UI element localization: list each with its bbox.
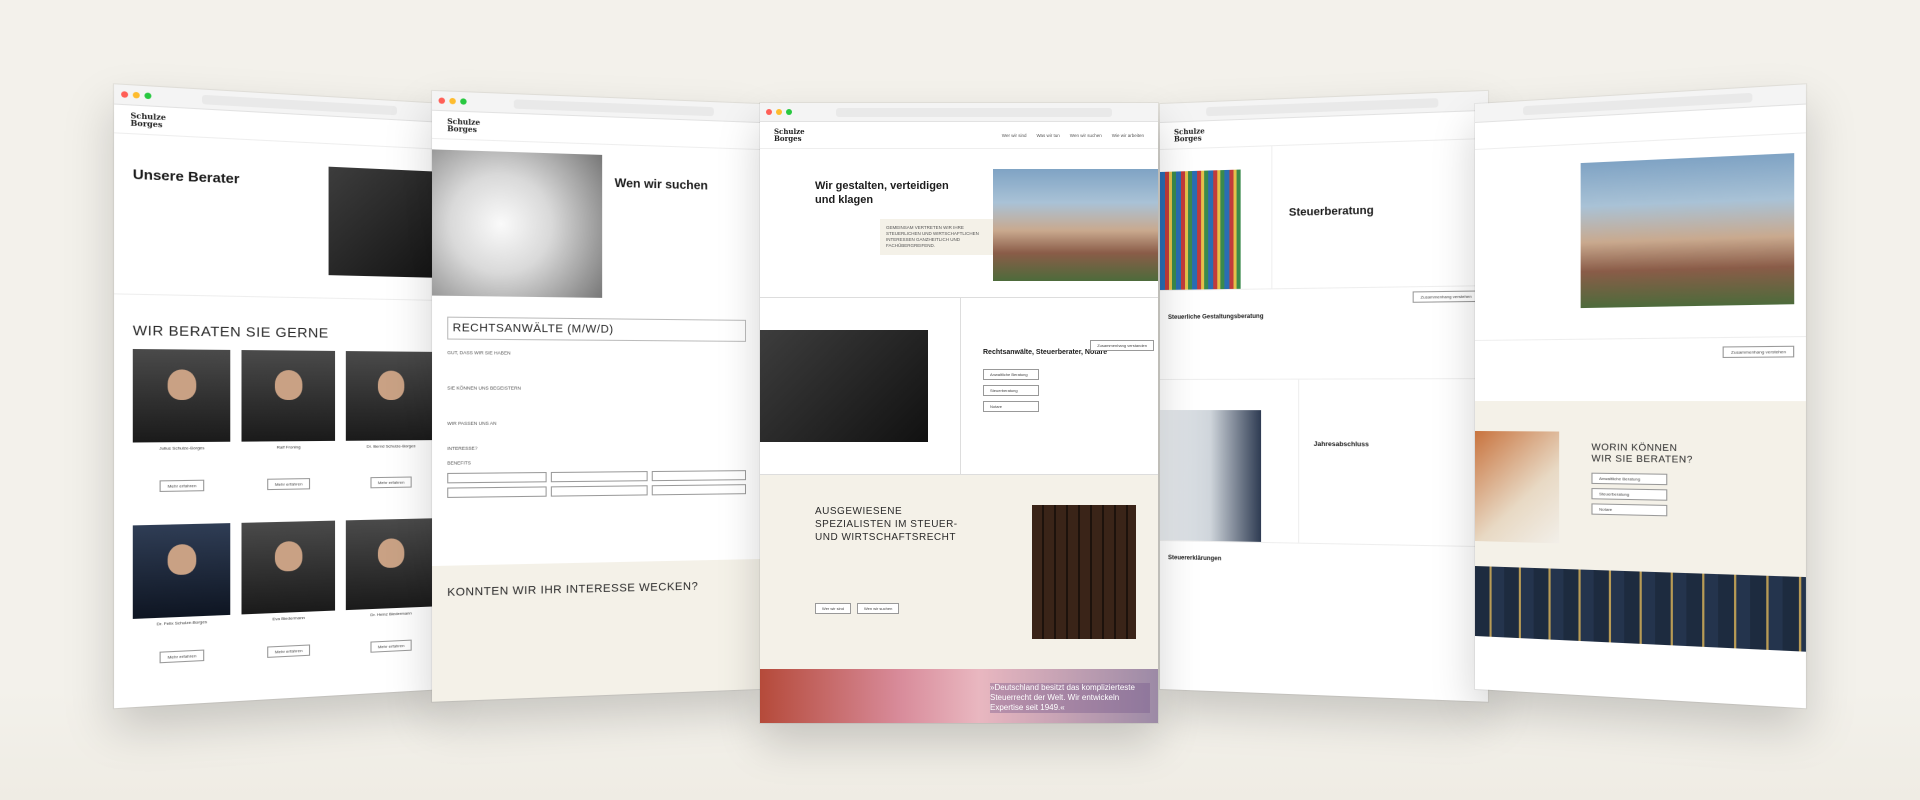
person-photo <box>242 521 336 615</box>
person-card: Dr. Heinz Biedermann Mehr erfahren <box>346 518 436 655</box>
service-button-tax[interactable]: Steuerberatung <box>1591 488 1667 501</box>
jobs-button[interactable]: Wen wir suchen <box>857 603 899 614</box>
close-dot-icon[interactable] <box>439 97 446 104</box>
maximize-dot-icon[interactable] <box>786 109 792 115</box>
person-name: Ralf Froning <box>242 444 336 450</box>
nav-jobs[interactable]: Wen wir suchen <box>1070 133 1102 138</box>
person-card: Eva Biedermann Mehr erfahren <box>242 521 336 661</box>
shelf-photo <box>1160 170 1241 290</box>
person-name: Dr. Felix Schulze-Borges <box>133 618 230 627</box>
person-photo <box>346 351 436 441</box>
minimize-dot-icon[interactable] <box>133 92 140 99</box>
intro-text <box>133 191 311 204</box>
page-title: Unsere Berater <box>133 166 311 189</box>
hero-subtitle: GEMEINSAM VERTRETEN WIR IHRE STEUERLICHE… <box>880 219 997 255</box>
service-button-notary[interactable]: Notare <box>983 401 1039 412</box>
person-name: Eva Biedermann <box>242 614 336 623</box>
context-tag[interactable]: Zusammenhang verstehen <box>1413 290 1479 302</box>
service-button-lawyer[interactable]: Anwaltliche Beratung <box>983 369 1039 380</box>
browser-window-steuerberatung: Schulze Borges Steuerberatung Steuerliche… <box>1160 91 1488 702</box>
more-button[interactable]: Mehr erfahren <box>267 644 310 657</box>
subtitle-abschluss: Jahresabschluss <box>1314 441 1473 449</box>
site-logo[interactable]: Schulze Borges <box>1174 127 1205 142</box>
more-button[interactable]: Mehr erfahren <box>159 480 204 492</box>
browser-window-worin: Zusammenhang verstehen WORIN KÖNNEN WIR … <box>1475 84 1806 708</box>
specialists-title: AUSGEWIESENE SPEZIALISTEN IM STEUER- UND… <box>815 505 965 544</box>
person-card: Julius Schulze-Borges Mehr erfahren <box>133 349 230 494</box>
url-bar[interactable] <box>836 108 1112 117</box>
site-logo[interactable]: Schulze Borges <box>130 112 166 129</box>
close-dot-icon[interactable] <box>766 109 772 115</box>
service-button-tax[interactable]: Steuerberatung <box>983 385 1039 396</box>
context-tag[interactable]: Zusammenhang verstehen <box>1723 346 1794 358</box>
more-button[interactable]: Mehr erfahren <box>370 477 411 489</box>
person-photo <box>133 523 230 619</box>
hero-title: Wir gestalten, verteidigen und klagen <box>815 179 965 207</box>
page-title: Steuerberatung <box>1289 202 1471 219</box>
person-name: Julius Schulze-Borges <box>133 445 230 451</box>
more-button[interactable]: Mehr erfahren <box>267 478 310 490</box>
site-logo[interactable]: Schulze Borges <box>774 128 805 142</box>
benefit-chip <box>447 472 546 483</box>
subtitle-gestaltung: Steuerliche Gestaltungsberatung <box>1168 311 1479 321</box>
who-button[interactable]: Wer wir sind <box>815 603 851 614</box>
stairs-photo <box>432 149 602 297</box>
site-logo[interactable]: Schulze Borges <box>447 118 480 134</box>
browser-window-karriere: Schulze Borges Wen wir suchen RECHTSANWÄL… <box>432 91 760 702</box>
label-interest: INTERESSE? <box>447 444 746 452</box>
person-photo <box>242 350 336 442</box>
page-title: Wen wir suchen <box>615 176 748 194</box>
url-bar[interactable] <box>514 99 714 116</box>
browser-chrome <box>760 103 1158 122</box>
maximize-dot-icon[interactable] <box>460 98 466 104</box>
cta-title: KONNTEN WIR IHR INTERESSE WECKEN? <box>447 579 746 599</box>
nav-how[interactable]: Wie wir arbeiten <box>1112 133 1144 138</box>
benefit-chip <box>551 471 648 482</box>
person-card: Dr. Felix Schulze-Borges Mehr erfahren <box>133 523 230 666</box>
site-nav: Schulze Borges Wer wir sind Was wir tun W… <box>760 122 1158 149</box>
desk-photo <box>760 330 928 442</box>
mockup-stage: Schulze Borges Unsere Berater WIR BERATEN… <box>0 0 1920 800</box>
browser-window-home: Schulze Borges Wer wir sind Was wir tun W… <box>760 103 1158 723</box>
browser-window-berater: Schulze Borges Unsere Berater WIR BERATEN… <box>114 84 445 708</box>
books-photo <box>1032 505 1136 639</box>
minimize-dot-icon[interactable] <box>776 109 782 115</box>
nav-who[interactable]: Wer wir sind <box>1002 133 1027 138</box>
label-benefits: BENEFITS <box>447 458 746 467</box>
person-photo <box>346 518 436 610</box>
minimize-dot-icon[interactable] <box>449 98 455 104</box>
person-name: Dr. Heinz Biedermann <box>346 609 436 618</box>
building-photo <box>1581 153 1795 308</box>
interior-photo <box>1475 431 1559 543</box>
person-name: Dr. Bernd Schulze-Borges <box>346 443 436 449</box>
hero-photo <box>329 167 445 278</box>
person-photo <box>133 349 230 443</box>
person-card: Dr. Bernd Schulze-Borges Mehr erfahren <box>346 351 436 490</box>
job-title[interactable]: RECHTSANWÄLTE (M/W/D) <box>447 317 746 342</box>
benefit-chip <box>652 484 746 495</box>
person-card: Ralf Froning Mehr erfahren <box>242 350 336 492</box>
close-dot-icon[interactable] <box>121 91 128 98</box>
meeting-photo <box>1160 410 1261 542</box>
service-button-lawyer[interactable]: Anwaltliche Beratung <box>1591 473 1667 486</box>
context-tag[interactable]: Zusammenhang verstanden <box>1090 340 1154 351</box>
maximize-dot-icon[interactable] <box>144 92 151 99</box>
more-button[interactable]: Mehr erfahren <box>370 640 411 653</box>
subtitle-erklaerungen: Steuererklärungen <box>1168 555 1479 568</box>
section-title-line2: WIR SIE BERATEN? <box>1591 453 1693 466</box>
benefit-chip <box>447 486 546 498</box>
hero-building-photo <box>993 169 1158 281</box>
quote-text: »Deutschland besitzt das komplizierteste… <box>990 683 1150 713</box>
service-button-notary[interactable]: Notare <box>1591 503 1667 516</box>
benefit-chip <box>551 485 648 496</box>
specialists-text <box>815 563 965 569</box>
nav-what[interactable]: Was wir tun <box>1036 133 1059 138</box>
section-title: WIR BERATEN SIE GERNE <box>133 322 429 341</box>
benefit-chip <box>652 470 746 481</box>
more-button[interactable]: Mehr erfahren <box>159 650 204 664</box>
